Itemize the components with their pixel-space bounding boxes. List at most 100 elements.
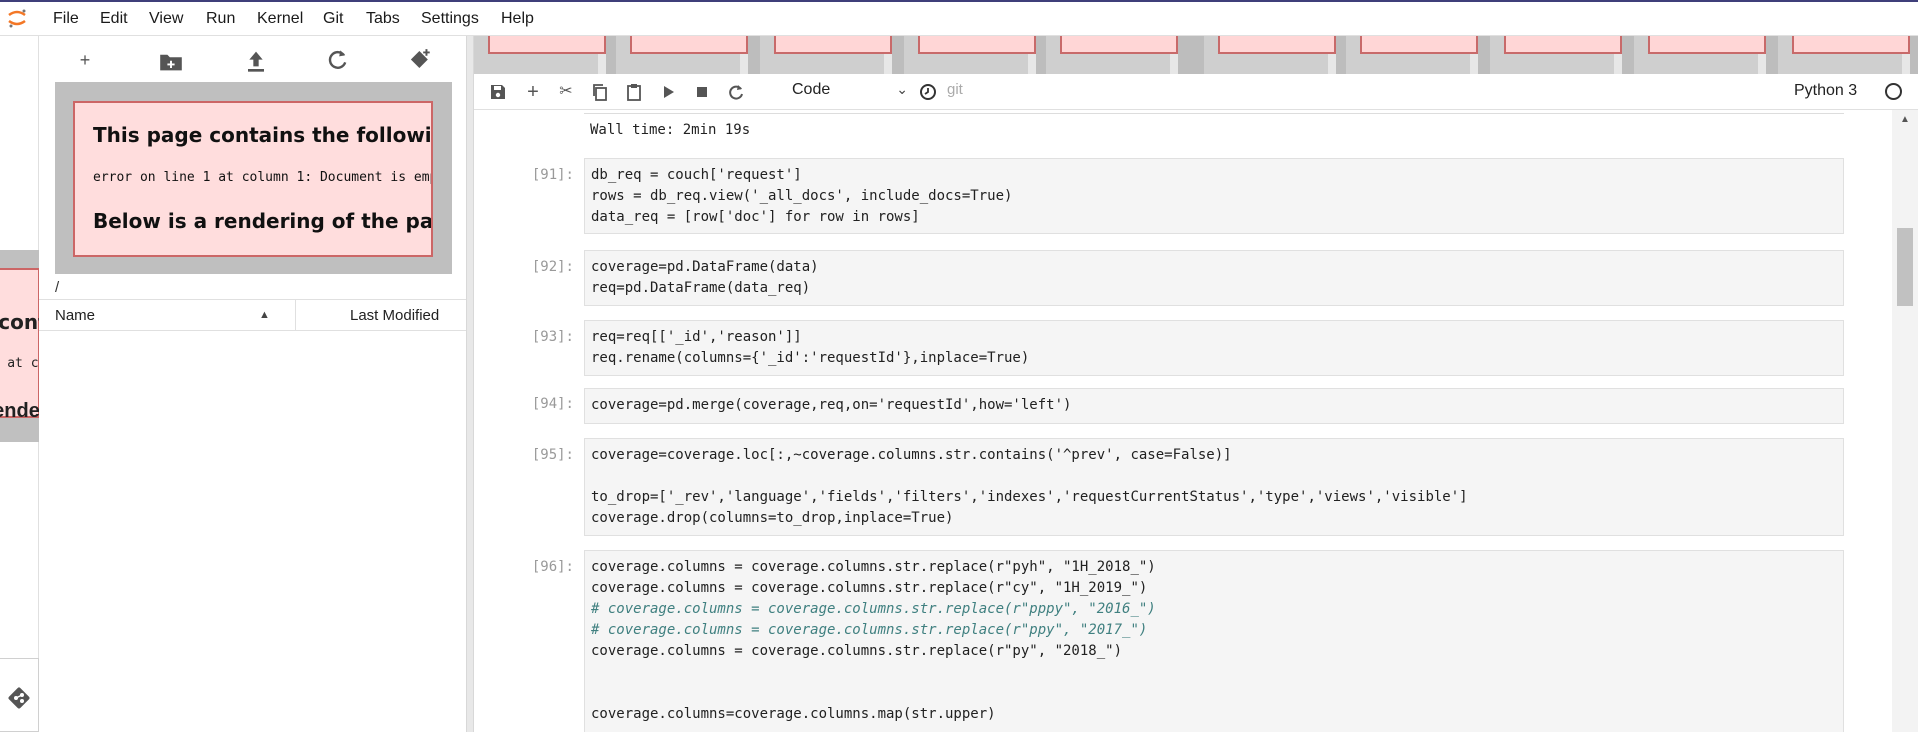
code-line: coverage.columns=coverage.columns.map(st… — [591, 706, 996, 722]
background-error-fragment: This page contains the following errors:… — [0, 250, 39, 442]
background-error-heading: This page contains the following errors: — [0, 310, 39, 334]
cell-prompt: [92]: — [531, 259, 574, 275]
column-divider — [295, 300, 296, 331]
cell-prompt: [93]: — [531, 329, 574, 345]
document-tab[interactable] — [1046, 36, 1178, 74]
document-tab[interactable] — [616, 36, 748, 74]
background-error-heading2: Below is a rendering of the page up to t… — [0, 400, 39, 422]
paste-icon[interactable] — [624, 82, 644, 102]
document-tab[interactable] — [1204, 36, 1336, 74]
menu-settings[interactable]: Settings — [421, 9, 479, 29]
code-line: req=req[['_id','reason']] — [591, 329, 802, 345]
cell-type-dropdown[interactable]: Code ⌄ — [792, 81, 912, 103]
git-sidebar-tab[interactable] — [0, 658, 39, 732]
cell-prompt: [95]: — [531, 447, 574, 463]
document-tab[interactable] — [1490, 36, 1622, 74]
upload-icon[interactable] — [244, 49, 268, 73]
code-line: req=pd.DataFrame(data_req) — [591, 280, 811, 296]
sort-ascending-icon[interactable]: ▲ — [259, 309, 270, 321]
kernel-name[interactable]: Python 3 — [1794, 82, 1857, 100]
preview-error-heading: This page contains the following errors: — [93, 123, 432, 147]
document-tab[interactable] — [1634, 36, 1766, 74]
menu-git[interactable]: Git — [323, 9, 343, 29]
run-icon[interactable] — [658, 82, 678, 102]
refresh-icon[interactable] — [326, 48, 350, 72]
chevron-down-icon: ⌄ — [896, 81, 908, 97]
new-folder-icon[interactable] — [159, 50, 183, 74]
code-line: req.rename(columns={'_id':'requestId'},i… — [591, 350, 1030, 366]
breadcrumb[interactable]: / — [55, 279, 59, 296]
git-clone-icon[interactable] — [409, 47, 433, 71]
menu-file[interactable]: File — [53, 9, 79, 29]
code-line: coverage=pd.merge(coverage,req,on='reque… — [591, 397, 1072, 413]
git-icon — [8, 687, 30, 709]
menu-tabs[interactable]: Tabs — [366, 9, 400, 29]
kernel-status-icon — [1885, 83, 1902, 100]
stop-icon[interactable] — [692, 82, 712, 102]
menu-view[interactable]: View — [149, 9, 183, 29]
menu-bar: File Edit View Run Kernel Git Tabs Setti… — [0, 0, 1918, 36]
code-line: coverage.columns = coverage.columns.str.… — [591, 580, 1148, 596]
cell-editor[interactable]: req=req[['_id','reason']] req.rename(col… — [584, 320, 1844, 376]
document-tab[interactable] — [904, 36, 1036, 74]
code-line: db_req = couch['request'] — [591, 167, 802, 183]
menu-run[interactable]: Run — [206, 9, 235, 29]
name-column-header[interactable]: Name — [55, 307, 95, 324]
cell-editor[interactable]: coverage=pd.DataFrame(data) req=pd.DataF… — [584, 250, 1844, 306]
menu-kernel[interactable]: Kernel — [257, 9, 303, 29]
file-list-header: Name ▲ Last Modified — [39, 299, 466, 331]
error-preview-box: This page contains the following errors:… — [73, 101, 433, 257]
cell-editor[interactable]: coverage=pd.merge(coverage,req,on='reque… — [584, 388, 1844, 424]
file-preview: This page contains the following errors:… — [55, 82, 452, 274]
menu-help[interactable]: Help — [501, 9, 534, 29]
restart-icon[interactable] — [726, 82, 746, 102]
save-icon[interactable] — [488, 82, 508, 102]
background-error-box: This page contains the following errors:… — [0, 268, 39, 422]
code-comment-line: # coverage.columns = coverage.columns.st… — [591, 622, 1148, 638]
document-tab[interactable] — [1346, 36, 1478, 74]
code-line: rows = db_req.view('_all_docs', include_… — [591, 188, 1013, 204]
git-diff-label[interactable]: git — [947, 81, 963, 98]
code-line: coverage.columns = coverage.columns.str.… — [591, 559, 1156, 575]
document-tab-bar — [474, 36, 1918, 74]
code-line: to_drop=['_rev','language','fields','fil… — [591, 489, 1468, 505]
code-line: coverage.drop(columns=to_drop,inplace=Tr… — [591, 510, 954, 526]
cell-editor[interactable]: db_req = couch['request'] rows = db_req.… — [584, 158, 1844, 234]
jupyter-logo-icon[interactable] — [6, 7, 28, 29]
new-launcher-icon[interactable]: + — [73, 48, 97, 72]
jupyterlab-window: { "menu": { "items": ["File","Edit","Vie… — [0, 0, 1918, 732]
code-comment-line: # coverage.columns = coverage.columns.st… — [591, 601, 1156, 617]
cell-editor[interactable]: coverage.columns = coverage.columns.str.… — [584, 550, 1844, 732]
insert-cell-icon[interactable]: + — [523, 82, 543, 102]
clock-icon[interactable] — [918, 82, 938, 102]
background-error-text: error on line 1 at column 1: Document is… — [0, 356, 39, 371]
cell-type-label: Code — [792, 81, 831, 98]
cell-prompt: [94]: — [531, 396, 574, 412]
code-line: data_req = [row['doc'] for row in rows] — [591, 209, 920, 225]
scrollbar-thumb[interactable] — [1897, 228, 1913, 306]
top-accent-line — [0, 0, 1918, 2]
code-line: coverage=pd.DataFrame(data) — [591, 259, 819, 275]
notebook-content: Wall time: 2min 19s [91]: db_req = couch… — [474, 110, 1892, 732]
document-tab[interactable] — [474, 36, 606, 74]
preview-error-heading2: Below is a rendering of the page up to t… — [93, 209, 433, 233]
cell-prompt: [96]: — [531, 559, 574, 575]
notebook-scrollbar[interactable]: ▲ — [1892, 110, 1918, 732]
code-line: coverage.columns = coverage.columns.str.… — [591, 643, 1123, 659]
panel-splitter[interactable] — [466, 36, 474, 732]
notebook-toolbar: + ✂ Code ⌄ git Python 3 — [474, 74, 1918, 110]
preview-error-text: error on line 1 at column 1: Document is… — [93, 170, 433, 185]
cell-editor[interactable]: coverage=coverage.loc[:,~coverage.column… — [584, 438, 1844, 536]
cell-prompt: [91]: — [531, 167, 574, 183]
document-tab[interactable] — [1778, 36, 1910, 74]
code-line: coverage=coverage.loc[:,~coverage.column… — [591, 447, 1232, 463]
cut-icon[interactable]: ✂ — [556, 82, 576, 102]
menu-edit[interactable]: Edit — [100, 9, 128, 29]
cell-output: Wall time: 2min 19s — [590, 122, 751, 138]
last-modified-column-header[interactable]: Last Modified — [350, 307, 439, 324]
file-browser-panel: + This page contains the following error… — [39, 36, 466, 732]
previous-output-border — [584, 110, 1844, 114]
scroll-up-icon[interactable]: ▲ — [1900, 114, 1910, 125]
copy-icon[interactable] — [590, 82, 610, 102]
document-tab[interactable] — [760, 36, 892, 74]
